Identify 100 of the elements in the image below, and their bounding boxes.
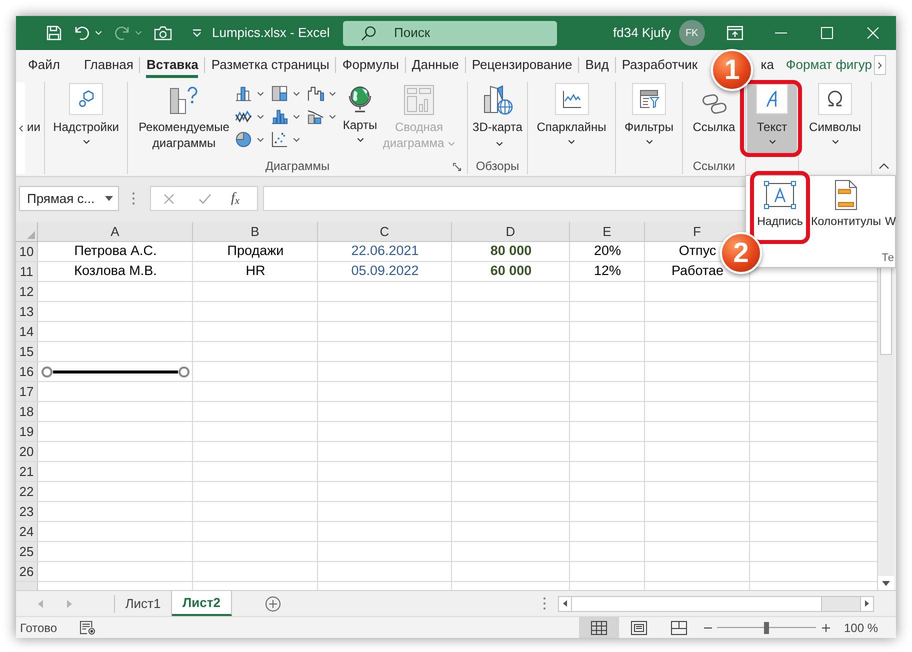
caret-icon[interactable] (293, 92, 300, 96)
scroll-down-button[interactable] (878, 576, 894, 590)
scroll-left-button[interactable] (559, 596, 572, 610)
combo-chart-icon[interactable] (307, 108, 324, 125)
close-icon[interactable] (867, 27, 879, 39)
grip-icon[interactable] (132, 192, 135, 205)
ribbon-button[interactable]: ии (27, 119, 40, 135)
ribbon-button[interactable]: Спарклайны (532, 82, 612, 154)
tab[interactable]: Разработчик (622, 52, 698, 78)
treemap-icon[interactable] (271, 85, 288, 102)
globe-icon (347, 85, 373, 113)
collapse-ribbon-icon[interactable] (879, 163, 889, 169)
search-field[interactable]: Поиск (343, 20, 557, 46)
row-header[interactable]: 12 (16, 282, 38, 301)
insert-function-button[interactable]: f$_{x}$ (231, 192, 240, 206)
tab[interactable]: Файл (28, 52, 60, 78)
line-chart-icon[interactable] (235, 108, 252, 125)
row-header[interactable]: 15 (16, 342, 38, 361)
ribbon-display-options-icon[interactable] (727, 26, 743, 40)
row-header[interactable]: 18 (16, 402, 38, 421)
tab[interactable]: Вид (585, 52, 609, 78)
check-icon[interactable] (199, 194, 211, 204)
caret-icon[interactable] (257, 138, 264, 142)
cell-text: 12% (594, 262, 622, 280)
caret-icon[interactable] (329, 92, 336, 96)
save-icon[interactable] (46, 25, 62, 41)
view-button[interactable] (578, 617, 619, 638)
scatter-chart-icon[interactable] (271, 131, 288, 148)
column-header[interactable]: A (38, 222, 193, 242)
name-box[interactable]: Прямая с... (19, 186, 119, 211)
resize-handle[interactable] (41, 366, 53, 378)
caret-icon[interactable] (293, 114, 300, 118)
scrollbar-thumb[interactable] (572, 596, 822, 610)
tab[interactable]: Данные (412, 52, 459, 78)
undo-icon[interactable] (74, 25, 90, 41)
ribbon-button[interactable]: 3D-карта (472, 82, 522, 154)
grip-icon[interactable] (543, 597, 546, 610)
add-sheet-icon[interactable] (265, 596, 281, 612)
ribbon-button[interactable]: Надстройки (51, 82, 121, 154)
dialog-launcher-icon[interactable] (453, 163, 461, 171)
tab[interactable]: Главная (84, 52, 134, 78)
column-header[interactable]: E (570, 222, 645, 242)
row-header[interactable]: 25 (16, 542, 38, 561)
row-header[interactable]: 14 (16, 322, 38, 341)
camera-icon[interactable] (154, 25, 172, 41)
row-header[interactable]: 24 (16, 522, 38, 541)
caret-icon[interactable] (329, 114, 336, 118)
row-header[interactable]: 17 (16, 382, 38, 401)
ribbon-button[interactable]: Карты (341, 82, 379, 154)
ribbon-button[interactable]: Текст (747, 82, 797, 154)
caret-icon[interactable] (257, 92, 264, 96)
caret-icon[interactable] (293, 138, 300, 142)
maximize-icon[interactable] (821, 27, 833, 39)
column-header[interactable]: B (193, 222, 318, 242)
ribbon-button[interactable]: Символы (803, 82, 867, 154)
scroll-right-button[interactable] (874, 55, 886, 75)
customize-icon[interactable] (192, 29, 202, 37)
caret-icon[interactable] (257, 114, 264, 118)
row-header[interactable]: 21 (16, 462, 38, 481)
row-header[interactable]: 13 (16, 302, 38, 321)
gallery-button[interactable]: Колонтитулы (810, 180, 882, 229)
row-header[interactable]: 26 (16, 562, 38, 581)
scroll-right-button[interactable] (860, 596, 873, 610)
tab[interactable]: Формулы (342, 52, 399, 78)
ribbon-button[interactable]: Фильтры (619, 82, 679, 154)
tab[interactable]: Разметка страницы (211, 52, 330, 78)
scrollbar-thumb[interactable] (880, 267, 892, 355)
zoom-slider[interactable] (716, 622, 816, 634)
document-icon[interactable] (79, 620, 96, 635)
row-header[interactable]: 20 (16, 442, 38, 461)
tab[interactable]: ка (760, 52, 774, 78)
row-header[interactable]: 11 (16, 262, 38, 281)
line-shape[interactable] (53, 370, 178, 374)
horizontal-scrollbar[interactable] (558, 596, 874, 612)
gallery-button[interactable]: Надпись (755, 180, 805, 229)
sheet-tab[interactable]: Лист2 (172, 591, 232, 616)
resize-handle[interactable] (178, 366, 190, 378)
pie-chart-icon[interactable] (235, 131, 252, 148)
window-title: Lumpics.xlsx - Excel (212, 24, 331, 42)
row-header[interactable]: 19 (16, 422, 38, 441)
slider-thumb[interactable] (764, 622, 769, 634)
minimize-icon[interactable] (775, 32, 787, 34)
pivot-chart-icon (404, 85, 434, 115)
ribbon-button[interactable]: Рекомендуемые диаграммы (136, 82, 232, 154)
gallery-button[interactable]: W (885, 180, 896, 229)
column-header[interactable]: C (318, 222, 452, 242)
sparkline-icon (554, 83, 588, 115)
cell-text: 05.09.2022 (351, 262, 419, 280)
tab[interactable]: Рецензирование (472, 52, 572, 78)
zoom-in-icon[interactable] (822, 624, 830, 632)
histogram-icon[interactable] (271, 108, 288, 125)
row-header[interactable]: 16 (16, 362, 38, 381)
tab[interactable]: Формат фигур (786, 52, 872, 78)
bar-chart-icon[interactable] (235, 85, 252, 102)
row-header[interactable]: 22 (16, 482, 38, 501)
column-header[interactable]: D (452, 222, 570, 242)
row-header[interactable]: 10 (16, 242, 38, 261)
row-header[interactable]: 23 (16, 502, 38, 521)
ribbon-button[interactable]: Ссылка (689, 92, 739, 152)
waterfall-chart-icon[interactable] (307, 85, 324, 102)
